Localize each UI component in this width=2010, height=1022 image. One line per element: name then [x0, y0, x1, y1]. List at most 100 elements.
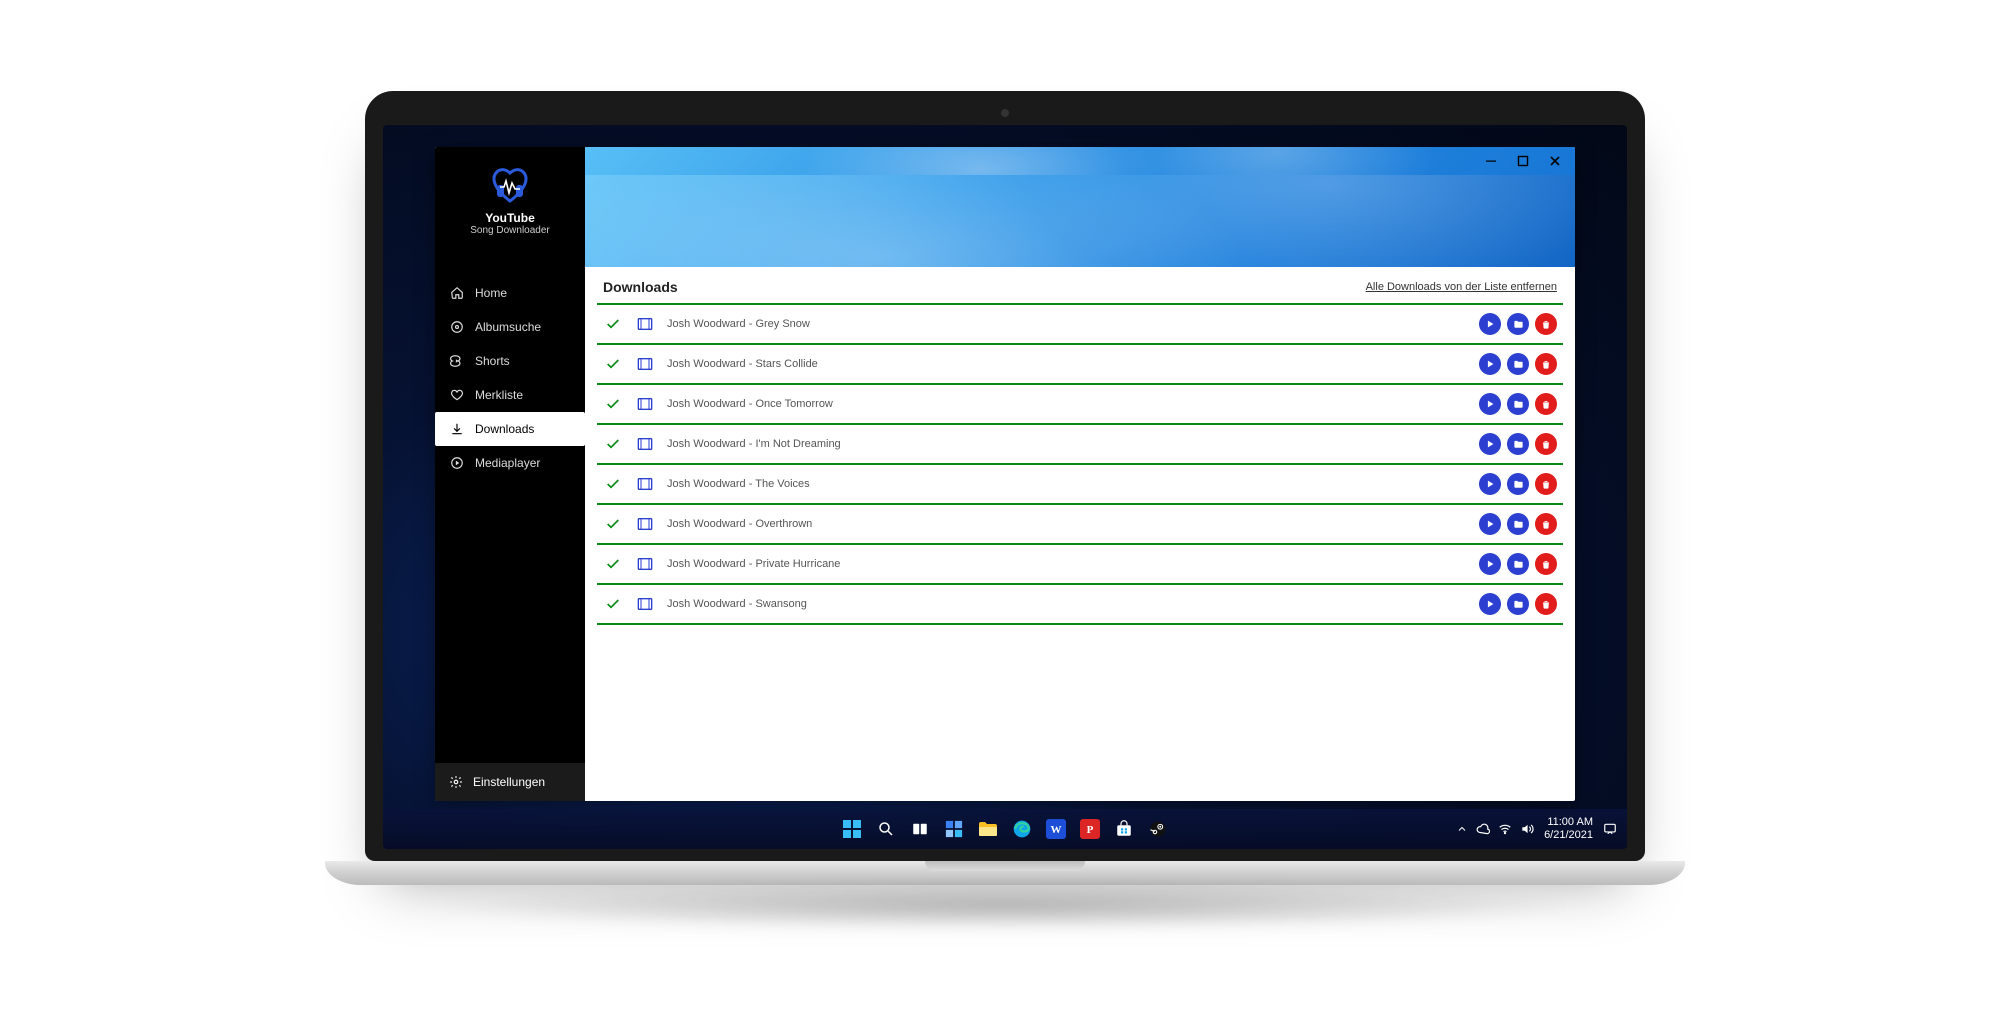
video-file-icon: [635, 477, 655, 491]
play-button[interactable]: [1479, 513, 1501, 535]
word-icon[interactable]: W: [1044, 817, 1068, 841]
sidebar: YouTube Song Downloader Home: [435, 147, 585, 800]
sidebar-item-settings[interactable]: Einstellungen: [435, 763, 585, 801]
delete-button[interactable]: [1535, 313, 1557, 335]
download-row: Josh Woodward - Private Hurricane: [597, 543, 1563, 583]
video-file-icon: [635, 597, 655, 611]
downloads-list: Josh Woodward - Grey Snow Josh Woodward …: [585, 303, 1575, 631]
home-icon: [449, 285, 465, 301]
check-icon: [603, 556, 623, 572]
laptop-mockup: YouTube Song Downloader Home: [365, 91, 1645, 930]
sidebar-item-label: Home: [475, 286, 507, 300]
wifi-icon[interactable]: [1498, 822, 1512, 836]
download-icon: [449, 421, 465, 437]
video-file-icon: [635, 557, 655, 571]
powerpoint-icon[interactable]: P: [1078, 817, 1102, 841]
play-button[interactable]: [1479, 593, 1501, 615]
window-minimize-button[interactable]: [1479, 151, 1503, 171]
sidebar-nav: Home Albumsuche Shorts: [435, 276, 585, 480]
window-titlebar: [585, 147, 1575, 175]
download-title: Josh Woodward - Grey Snow: [667, 318, 1467, 330]
video-file-icon: [635, 437, 655, 451]
header-banner: [585, 175, 1575, 267]
play-button[interactable]: [1479, 433, 1501, 455]
download-title: Josh Woodward - The Voices: [667, 478, 1467, 490]
video-file-icon: [635, 317, 655, 331]
webcam-dot: [1001, 109, 1009, 117]
check-icon: [603, 516, 623, 532]
download-row: Josh Woodward - Grey Snow: [597, 303, 1563, 343]
open-folder-button[interactable]: [1507, 593, 1529, 615]
open-folder-button[interactable]: [1507, 313, 1529, 335]
play-button[interactable]: [1479, 473, 1501, 495]
start-button[interactable]: [840, 817, 864, 841]
window-maximize-button[interactable]: [1511, 151, 1535, 171]
clear-all-link[interactable]: Alle Downloads von der Liste entfernen: [1366, 281, 1557, 293]
download-title: Josh Woodward - Overthrown: [667, 518, 1467, 530]
delete-button[interactable]: [1535, 593, 1557, 615]
main-panel: Downloads Alle Downloads von der Liste e…: [585, 147, 1575, 800]
delete-button[interactable]: [1535, 513, 1557, 535]
clock-time: 11:00 AM: [1544, 816, 1593, 829]
sidebar-item-label: Shorts: [475, 354, 510, 368]
chevron-up-icon[interactable]: [1456, 823, 1468, 835]
open-folder-button[interactable]: [1507, 473, 1529, 495]
download-row: Josh Woodward - The Voices: [597, 463, 1563, 503]
shorts-icon: [449, 353, 465, 369]
app-window: YouTube Song Downloader Home: [435, 147, 1575, 800]
volume-icon[interactable]: [1520, 822, 1534, 836]
download-row: Josh Woodward - Once Tomorrow: [597, 383, 1563, 423]
check-icon: [603, 476, 623, 492]
check-icon: [603, 356, 623, 372]
svg-text:W: W: [1051, 824, 1062, 836]
svg-text:P: P: [1087, 824, 1094, 836]
download-row: Josh Woodward - Stars Collide: [597, 343, 1563, 383]
sidebar-item-mediaplayer[interactable]: Mediaplayer: [435, 446, 585, 480]
search-icon[interactable]: [874, 817, 898, 841]
task-view-icon[interactable]: [908, 817, 932, 841]
page-title: Downloads: [603, 279, 678, 295]
widgets-icon[interactable]: [942, 817, 966, 841]
taskbar-clock[interactable]: 11:00 AM 6/21/2021: [1544, 816, 1593, 841]
file-explorer-icon[interactable]: [976, 817, 1000, 841]
sidebar-item-label: Downloads: [475, 422, 534, 436]
play-button[interactable]: [1479, 353, 1501, 375]
brand-title: YouTube: [443, 211, 577, 225]
steam-icon[interactable]: [1146, 817, 1170, 841]
video-file-icon: [635, 517, 655, 531]
notifications-icon[interactable]: [1603, 822, 1617, 836]
play-button[interactable]: [1479, 313, 1501, 335]
edge-icon[interactable]: [1010, 817, 1034, 841]
download-row: Josh Woodward - Overthrown: [597, 503, 1563, 543]
download-row: Josh Woodward - I'm Not Dreaming: [597, 423, 1563, 463]
open-folder-button[interactable]: [1507, 393, 1529, 415]
delete-button[interactable]: [1535, 553, 1557, 575]
play-button[interactable]: [1479, 553, 1501, 575]
check-icon: [603, 316, 623, 332]
delete-button[interactable]: [1535, 473, 1557, 495]
download-title: Josh Woodward - Swansong: [667, 598, 1467, 610]
play-circle-icon: [449, 455, 465, 471]
screen-bezel: YouTube Song Downloader Home: [365, 91, 1645, 860]
window-close-button[interactable]: [1543, 151, 1567, 171]
delete-button[interactable]: [1535, 353, 1557, 375]
play-button[interactable]: [1479, 393, 1501, 415]
open-folder-button[interactable]: [1507, 433, 1529, 455]
sidebar-item-albumsuche[interactable]: Albumsuche: [435, 310, 585, 344]
check-icon: [603, 596, 623, 612]
open-folder-button[interactable]: [1507, 553, 1529, 575]
download-row: Josh Woodward - Swansong: [597, 583, 1563, 625]
delete-button[interactable]: [1535, 393, 1557, 415]
sidebar-item-downloads[interactable]: Downloads: [435, 412, 585, 446]
open-folder-button[interactable]: [1507, 513, 1529, 535]
sidebar-item-home[interactable]: Home: [435, 276, 585, 310]
disc-icon: [449, 319, 465, 335]
store-icon[interactable]: [1112, 817, 1136, 841]
cloud-icon[interactable]: [1476, 822, 1490, 836]
sidebar-item-shorts[interactable]: Shorts: [435, 344, 585, 378]
video-file-icon: [635, 397, 655, 411]
download-title: Josh Woodward - I'm Not Dreaming: [667, 438, 1467, 450]
delete-button[interactable]: [1535, 433, 1557, 455]
open-folder-button[interactable]: [1507, 353, 1529, 375]
sidebar-item-merkliste[interactable]: Merkliste: [435, 378, 585, 412]
